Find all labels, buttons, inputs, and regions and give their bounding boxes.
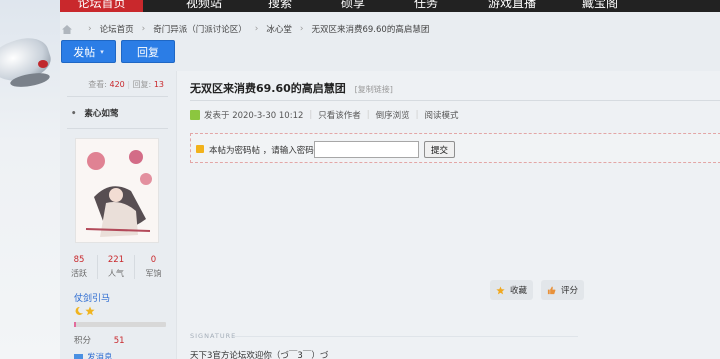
points-label: 积分 xyxy=(74,336,92,346)
decorative-background xyxy=(0,0,60,359)
reverse-order-link[interactable]: 倒序浏览 xyxy=(376,109,410,121)
author-sidebar: 查看: 420 | 回复: 13 • 素心如莺 85 活跃 221 人气 0 军… xyxy=(61,71,174,359)
bullet-icon: • xyxy=(71,109,77,119)
metric-popularity: 221 人气 xyxy=(98,255,135,279)
lock-icon xyxy=(196,145,204,153)
breadcrumb: › 论坛首页 › 奇门异派（门派讨论区） › 冰心堂 › 无双区来消费69.60… xyxy=(60,20,720,38)
level-progress-fill xyxy=(74,322,76,327)
metric-value: 0 xyxy=(150,255,157,265)
breadcrumb-separator: › xyxy=(88,24,92,34)
metric-label: 人气 xyxy=(108,269,124,278)
post-title-row: 无双区来消费69.60的高启慧团 [复制链接] xyxy=(190,80,393,96)
metric-pay: 0 军饷 xyxy=(135,255,172,279)
thread-stats: 查看: 420 | 回复: 13 xyxy=(88,80,164,89)
replies-count: 13 xyxy=(153,80,164,89)
signature-text: 天下3官方论坛欢迎你（づ￣3￣）づ xyxy=(190,351,329,359)
dropdown-caret-icon: ▾ xyxy=(100,47,104,56)
nav-item-live[interactable]: 游戏直播 xyxy=(476,0,548,12)
nav-item-forum-home[interactable]: 论坛首页 xyxy=(60,0,143,12)
submit-button[interactable]: 提交 xyxy=(424,141,455,158)
author-name[interactable]: 素心如莺 xyxy=(84,109,118,119)
views-label: 查看: xyxy=(88,80,107,89)
favorite-button[interactable]: 收藏 xyxy=(490,280,534,300)
metric-label: 活跃 xyxy=(71,269,87,278)
copy-link[interactable]: [复制链接] xyxy=(355,85,393,94)
metric-label: 军饷 xyxy=(145,269,162,278)
rank-medals xyxy=(74,306,95,316)
send-message-label: 发消息 xyxy=(87,353,113,359)
envelope-icon xyxy=(74,354,83,359)
breadcrumb-board[interactable]: 冰心堂 xyxy=(266,23,292,35)
divider xyxy=(190,100,720,101)
password-protected-box: 本帖为密码帖 ，请输入密码 提交 xyxy=(190,133,720,163)
moon-medal-icon xyxy=(75,306,83,315)
views-count: 420 xyxy=(109,80,125,89)
points-row: 积分 51 xyxy=(74,334,125,346)
breadcrumb-forum-home[interactable]: 论坛首页 xyxy=(100,23,134,35)
author-name-row: • 素心如莺 xyxy=(71,107,118,119)
password-input[interactable] xyxy=(314,141,419,158)
thumbs-up-icon xyxy=(547,285,556,294)
reply-button[interactable]: 回复 xyxy=(121,40,175,63)
password-prompt: 本帖为密码帖 ，请输入密码 xyxy=(209,146,314,156)
new-post-button[interactable]: 发帖 ▾ xyxy=(61,40,116,63)
send-message-link[interactable]: 发消息 xyxy=(74,351,113,359)
favorite-label: 收藏 xyxy=(510,286,528,296)
crane-head-decoration xyxy=(38,60,48,68)
top-navigation: 论坛首页 视频站 搜索 硕享 任务 游戏直播 藏宝阁 xyxy=(60,0,720,12)
only-author-link[interactable]: 只看该作者 xyxy=(318,109,361,121)
breadcrumb-separator: › xyxy=(254,24,259,34)
new-post-label: 发帖 xyxy=(73,45,96,59)
reply-label: 回复 xyxy=(137,45,159,59)
divider xyxy=(67,128,168,129)
separator: | xyxy=(366,110,370,120)
separator: | xyxy=(415,110,419,120)
rate-label: 评分 xyxy=(561,286,579,296)
breadcrumb-category[interactable]: 奇门异派（门派讨论区） xyxy=(153,23,247,35)
nav-item-share[interactable]: 硕享 xyxy=(327,0,379,12)
breadcrumb-separator: › xyxy=(299,24,304,34)
rate-button[interactable]: 评分 xyxy=(541,280,585,300)
separator: | xyxy=(309,110,313,120)
star-icon xyxy=(496,285,505,294)
read-mode-link[interactable]: 阅读模式 xyxy=(425,109,459,121)
home-icon[interactable] xyxy=(62,24,72,34)
nav-item-tasks[interactable]: 任务 xyxy=(400,0,452,12)
post-main: 无双区来消费69.60的高启慧团 [复制链接] 发表于 2020-3-30 10… xyxy=(176,71,720,359)
level-progress-bar xyxy=(74,322,166,327)
signature-divider xyxy=(233,336,578,337)
metric-value: 85 xyxy=(73,255,85,265)
breadcrumb-separator: › xyxy=(141,24,146,34)
online-status-icon xyxy=(190,110,200,120)
author-metrics: 85 活跃 221 人气 0 军饷 xyxy=(61,255,174,279)
metric-activity: 85 活跃 xyxy=(61,255,98,279)
post-date: 发表于 2020-3-30 10:12 xyxy=(204,111,304,121)
replies-label: 回复: xyxy=(132,80,152,89)
post-meta: 发表于 2020-3-30 10:12 | 只看该作者 | 倒序浏览 | 阅读模… xyxy=(190,109,459,121)
nav-item-search[interactable]: 搜索 xyxy=(254,0,306,12)
star-medal-icon xyxy=(85,306,95,316)
avatar[interactable] xyxy=(75,138,159,243)
user-rank[interactable]: 仗剑引马 xyxy=(74,291,110,304)
post-title: 无双区来消费69.60的高启慧团 xyxy=(190,82,346,95)
breadcrumb-thread[interactable]: 无双区来消费69.60的高启慧团 xyxy=(311,23,429,35)
points-value: 51 xyxy=(113,336,125,346)
nav-item-video[interactable]: 视频站 xyxy=(169,0,239,12)
metric-value: 221 xyxy=(107,255,125,265)
signature-label: SIGNATURE xyxy=(190,332,237,340)
divider xyxy=(67,96,168,97)
nav-item-treasure[interactable]: 藏宝阁 xyxy=(570,0,630,12)
